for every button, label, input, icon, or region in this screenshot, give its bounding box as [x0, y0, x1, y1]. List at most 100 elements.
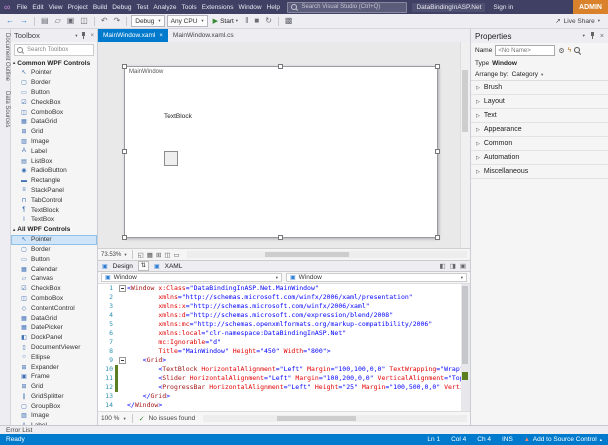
editor-vertical-scrollbar[interactable]: [461, 284, 470, 411]
search-icon[interactable]: [574, 47, 581, 54]
toolbox-section-header[interactable]: ▴ Common WPF Controls: [11, 58, 97, 68]
property-category-miscellaneous[interactable]: ▷ Miscellaneous: [471, 165, 608, 179]
events-lightning-icon[interactable]: ϟ: [568, 47, 572, 54]
resize-handle[interactable]: [435, 64, 440, 69]
toolbox-item-expander[interactable]: ⊞ Expander: [11, 362, 97, 372]
toolbox-item-frame[interactable]: ▣ Frame: [11, 372, 97, 382]
menu-file[interactable]: File: [14, 4, 29, 11]
toolbox-item-tabcontrol[interactable]: ⊓ TabControl: [11, 195, 97, 205]
sign-in-button[interactable]: Sign in: [493, 4, 513, 11]
code-line[interactable]: 6 xmlns:local="clr-namespace:DataBinding…: [98, 329, 470, 338]
snap-guides-icon[interactable]: ◫: [164, 251, 170, 259]
toolbox-item-combobox[interactable]: ◫ ComboBox: [11, 107, 97, 117]
side-tab-document-outline[interactable]: Document Outline: [1, 33, 10, 81]
toolbox-item-textbox[interactable]: I TextBox: [11, 215, 97, 225]
menu-view[interactable]: View: [46, 4, 65, 11]
toolbox-item-rectangle[interactable]: ▬ Rectangle: [11, 176, 97, 186]
property-category-appearance[interactable]: ▷ Appearance: [471, 123, 608, 137]
side-tab-data-sources[interactable]: Data Sources: [1, 91, 10, 127]
split-horizontal-icon[interactable]: ◨: [450, 262, 456, 270]
name-field[interactable]: <No Name>: [495, 45, 556, 56]
start-debugging-button[interactable]: ▶ Start ▾: [210, 17, 241, 26]
element-dropdown-left[interactable]: ▣ Window ▾: [101, 273, 282, 282]
menu-edit[interactable]: Edit: [30, 4, 46, 11]
toolbox-item-pointer[interactable]: ↖ Pointer: [11, 234, 97, 245]
save-icon[interactable]: ▣: [65, 17, 77, 25]
toolbox-item-listbox[interactable]: ▤ ListBox: [11, 156, 97, 166]
global-search-input[interactable]: Search Visual Studio (Ctrl+Q): [287, 1, 408, 13]
platform-dropdown[interactable]: Any CPU ▾: [166, 15, 208, 27]
code-line[interactable]: 3 xmlns:x="http://schemas.microsoft.com/…: [98, 302, 470, 311]
toolbox-item-calendar[interactable]: ▦ Calendar: [11, 264, 97, 274]
toolbox-item-label[interactable]: A Label: [11, 146, 97, 156]
save-all-icon[interactable]: ◫: [78, 17, 90, 25]
resize-handle[interactable]: [122, 149, 127, 154]
resize-handle[interactable]: [278, 235, 283, 240]
toolbox-item-border[interactable]: ▢ Border: [11, 245, 97, 255]
toolbox-item-textblock[interactable]: ¶ TextBlock: [11, 205, 97, 215]
close-icon[interactable]: ×: [600, 33, 604, 40]
editor-zoom-dropdown[interactable]: 100 %: [101, 415, 119, 422]
property-category-common[interactable]: ▷ Common: [471, 137, 608, 151]
code-line[interactable]: 10 <TextBlock HorizontalAlignment="Left"…: [98, 365, 470, 374]
pin-icon[interactable]: [80, 31, 87, 40]
resize-handle[interactable]: [435, 235, 440, 240]
scrollbar-thumb[interactable]: [462, 70, 468, 132]
xaml-code-editor[interactable]: 1 <Window x:Class="DataBindingInASP.Net.M…: [98, 284, 470, 411]
code-line[interactable]: 1 <Window x:Class="DataBindingInASP.Net.M…: [98, 284, 470, 293]
find-in-files-icon[interactable]: ▩: [283, 17, 295, 25]
toolbox-item-radiobutton[interactable]: ◉ RadioButton: [11, 166, 97, 176]
xaml-designer-surface[interactable]: MainWindow TextBlock: [98, 42, 470, 248]
toolbox-section-header[interactable]: ▴ All WPF Controls: [11, 225, 97, 235]
live-share-button[interactable]: ↗ Live Share ▾: [555, 17, 608, 26]
designer-vertical-scrollbar[interactable]: [460, 42, 470, 248]
redo-icon[interactable]: ↷: [112, 17, 123, 25]
menu-project[interactable]: Project: [65, 4, 90, 11]
fit-selection-icon[interactable]: ◱: [138, 251, 144, 259]
menu-extensions[interactable]: Extensions: [199, 4, 236, 11]
arrange-by-dropdown[interactable]: Category: [512, 71, 538, 78]
resize-handle[interactable]: [435, 149, 440, 154]
swap-panes-button[interactable]: ⇅: [137, 261, 149, 271]
toolbox-item-combobox[interactable]: ◫ ComboBox: [11, 294, 97, 304]
navigate-back-icon[interactable]: ←: [4, 17, 16, 25]
toolbox-item-checkbox[interactable]: ☑ CheckBox: [11, 97, 97, 107]
toolbox-item-documentviewer[interactable]: ▯ DocumentViewer: [11, 343, 97, 353]
property-category-layout[interactable]: ▷ Layout: [471, 95, 608, 109]
scrollbar-thumb[interactable]: [265, 252, 350, 257]
add-to-source-control-button[interactable]: ▲ Add to Source Control ▴: [524, 436, 602, 443]
toolbox-item-canvas[interactable]: ▱ Canvas: [11, 274, 97, 284]
resize-handle[interactable]: [278, 64, 283, 69]
menu-window[interactable]: Window: [236, 4, 264, 11]
toolbox-item-pointer[interactable]: ↖ Pointer: [11, 68, 97, 78]
code-line[interactable]: 7 mc:Ignorable="d": [98, 338, 470, 347]
menu-tools[interactable]: Tools: [179, 4, 199, 11]
designer-slider[interactable]: [164, 151, 178, 166]
property-category-brush[interactable]: ▷ Brush: [471, 81, 608, 95]
zoom-level-dropdown[interactable]: 73.53%: [101, 252, 121, 258]
stop-icon[interactable]: ■: [252, 17, 261, 25]
code-line[interactable]: 11 <Slider HorizontalAlignment="Left" Ma…: [98, 374, 470, 383]
property-category-automation[interactable]: ▷ Automation: [471, 151, 608, 165]
designer-horizontal-scrollbar[interactable]: [186, 251, 467, 258]
new-project-icon[interactable]: ▤: [39, 17, 51, 25]
toolbox-item-dockpanel[interactable]: ◧ DockPanel: [11, 333, 97, 343]
toolbox-item-grid[interactable]: ⊞ Grid: [11, 382, 97, 392]
tab-mainwindow-xaml[interactable]: MainWindow.xaml ×: [98, 29, 168, 42]
undo-icon[interactable]: ↶: [99, 17, 110, 25]
toolbox-item-ellipse[interactable]: ○ Ellipse: [11, 352, 97, 362]
editor-horizontal-scrollbar[interactable]: [203, 415, 467, 422]
pin-icon[interactable]: [589, 32, 596, 40]
split-vertical-icon[interactable]: ◧: [440, 262, 446, 270]
resize-handle[interactable]: [122, 64, 127, 69]
scrollbar-thumb[interactable]: [462, 286, 468, 364]
tab-error-list[interactable]: Error List: [6, 427, 32, 434]
document-health-indicator[interactable]: No issues found: [149, 415, 196, 422]
scrollbar-thumb[interactable]: [277, 416, 357, 421]
toolbox-item-stackpanel[interactable]: ≡ StackPanel: [11, 186, 97, 196]
close-icon[interactable]: ×: [90, 33, 94, 39]
show-grid-icon[interactable]: ▦: [147, 251, 153, 259]
navigate-forward-icon[interactable]: →: [18, 17, 30, 25]
toolbox-item-datagrid[interactable]: ▦ DataGrid: [11, 313, 97, 323]
toolbox-item-border[interactable]: ▢ Border: [11, 78, 97, 88]
